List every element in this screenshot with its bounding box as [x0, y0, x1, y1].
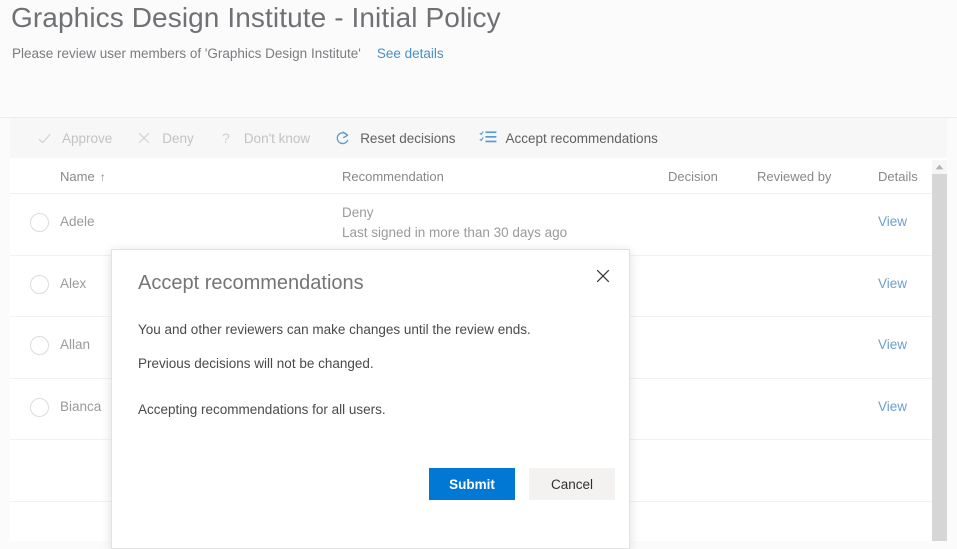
- page-title: Graphics Design Institute - Initial Poli…: [11, 2, 501, 34]
- reset-decisions-button[interactable]: Reset decisions: [332, 118, 455, 158]
- question-mark-icon: ?: [216, 128, 236, 148]
- view-details-link[interactable]: View: [878, 276, 907, 291]
- row-select-radio[interactable]: [30, 398, 49, 417]
- command-bar: Approve Deny ? Don't know Reset decision…: [10, 118, 947, 158]
- column-header-name[interactable]: Name↑: [60, 169, 106, 184]
- view-details-link[interactable]: View: [878, 214, 907, 229]
- accept-recommendations-label: Accept recommendations: [506, 131, 658, 146]
- row-select-radio[interactable]: [30, 336, 49, 355]
- dialog-actions: Submit Cancel: [112, 468, 631, 504]
- dialog-line-1: You and other reviewers can make changes…: [138, 322, 531, 337]
- cell-name: Allan: [60, 337, 90, 352]
- vertical-scrollbar[interactable]: [932, 160, 947, 541]
- svg-text:?: ?: [222, 130, 230, 146]
- cross-icon: [134, 128, 154, 148]
- row-select-radio[interactable]: [30, 213, 49, 232]
- cancel-button[interactable]: Cancel: [529, 468, 615, 500]
- dialog-line-3: Accepting recommendations for all users.: [138, 402, 386, 417]
- redo-arrow-icon: [332, 128, 352, 148]
- dialog-line-2: Previous decisions will not be changed.: [138, 356, 374, 371]
- page-subtitle-row: Please review user members of 'Graphics …: [12, 46, 444, 61]
- deny-button[interactable]: Deny: [134, 118, 194, 158]
- accept-recommendations-dialog: Accept recommendations You and other rev…: [111, 249, 630, 549]
- checkmark-icon: [34, 128, 54, 148]
- approve-button[interactable]: Approve: [34, 118, 112, 158]
- reset-decisions-label: Reset decisions: [360, 131, 455, 146]
- column-header-decision[interactable]: Decision: [668, 169, 718, 184]
- page-header: Graphics Design Institute - Initial Poli…: [0, 0, 957, 118]
- table-header-row: Name↑ Recommendation Decision Reviewed b…: [10, 158, 947, 194]
- dont-know-label: Don't know: [244, 131, 310, 146]
- cell-name: Alex: [60, 276, 86, 291]
- view-details-link[interactable]: View: [878, 337, 907, 352]
- checklist-icon: [478, 128, 498, 148]
- approve-label: Approve: [62, 131, 112, 146]
- column-header-recommendation[interactable]: Recommendation: [342, 169, 444, 184]
- close-icon[interactable]: [589, 262, 617, 290]
- cell-recommendation: Deny: [342, 205, 374, 220]
- column-header-details[interactable]: Details: [878, 169, 918, 184]
- submit-button[interactable]: Submit: [429, 468, 515, 500]
- page-subtitle: Please review user members of 'Graphics …: [12, 46, 361, 61]
- deny-label: Deny: [162, 131, 194, 146]
- row-select-radio[interactable]: [30, 275, 49, 294]
- sort-ascending-icon: ↑: [100, 170, 106, 184]
- cell-name: Adele: [60, 214, 95, 229]
- scrollbar-thumb[interactable]: [932, 174, 947, 541]
- column-header-reviewed-by[interactable]: Reviewed by: [757, 169, 831, 184]
- dont-know-button[interactable]: ? Don't know: [216, 118, 310, 158]
- see-details-link[interactable]: See details: [377, 46, 444, 61]
- table-row[interactable]: Adele Deny Last signed in more than 30 d…: [10, 194, 947, 256]
- accept-recommendations-button[interactable]: Accept recommendations: [478, 118, 658, 158]
- cell-recommendation-reason: Last signed in more than 30 days ago: [342, 225, 567, 240]
- dialog-title: Accept recommendations: [138, 272, 364, 295]
- scroll-up-arrow-icon[interactable]: [932, 160, 947, 174]
- view-details-link[interactable]: View: [878, 399, 907, 414]
- cell-name: Bianca: [60, 399, 101, 414]
